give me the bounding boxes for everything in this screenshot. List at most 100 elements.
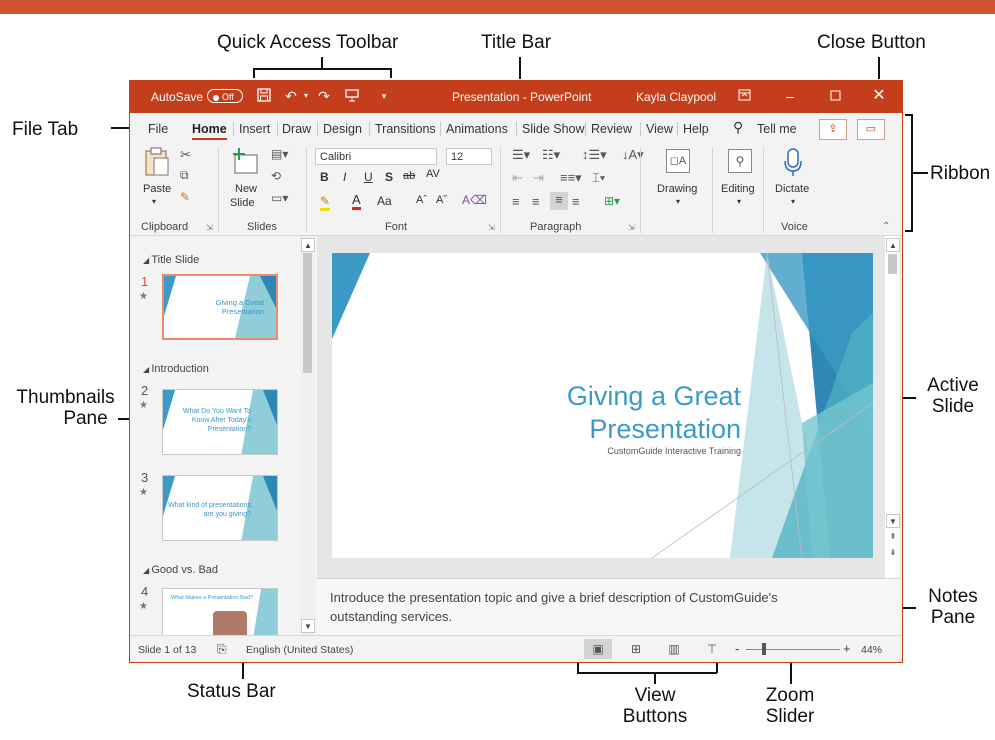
increase-indent-icon[interactable]: ⇥ — [533, 170, 544, 186]
bold-button[interactable]: B — [320, 170, 329, 184]
start-presentation-icon[interactable] — [344, 88, 360, 104]
format-painter-icon[interactable]: ✎ — [180, 190, 190, 204]
section-icon[interactable]: ▭▾ — [271, 191, 288, 205]
slide-scroll-up-icon[interactable]: ▲ — [886, 238, 900, 252]
zoom-level[interactable]: 44% — [861, 644, 882, 656]
user-name[interactable]: Kayla Claypool — [636, 90, 716, 104]
tab-slide-show[interactable]: Slide Show — [522, 122, 585, 136]
save-icon[interactable] — [256, 88, 272, 104]
tab-file[interactable]: File — [148, 122, 168, 136]
slide-scroll-down-icon[interactable]: ▼ — [886, 514, 900, 528]
smartart-icon[interactable]: ⊞▾ — [604, 194, 620, 208]
clipboard-launcher-icon[interactable]: ⇲ — [206, 223, 213, 232]
underline-button[interactable]: U — [364, 170, 373, 184]
new-slide-icon[interactable] — [230, 147, 260, 177]
bullets-icon[interactable]: ☰▾ — [512, 147, 530, 163]
normal-view-icon[interactable]: ▣ — [584, 639, 612, 659]
drawing-icon[interactable]: ◻A — [666, 149, 690, 173]
change-case-button[interactable]: Aa — [377, 194, 392, 208]
columns-icon[interactable]: ≡≡▾ — [560, 170, 582, 186]
shrink-font-button[interactable]: Aˇ — [436, 194, 447, 206]
search-icon[interactable]: ⚲ — [733, 119, 743, 136]
decrease-indent-icon[interactable]: ⇤ — [512, 170, 523, 186]
align-left-icon[interactable]: ≡ — [512, 194, 520, 209]
active-slide[interactable]: Giving a Great Presentation CustomGuide … — [332, 253, 873, 558]
align-center-icon[interactable]: ≡ — [532, 194, 540, 209]
drawing-dropdown-icon[interactable]: ▾ — [676, 197, 680, 206]
line-spacing-icon[interactable]: ↕☰▾ — [582, 147, 607, 163]
dictate-dropdown-icon[interactable]: ▾ — [791, 197, 795, 206]
clear-formatting-icon[interactable]: A⌫ — [462, 193, 487, 207]
font-size-field[interactable]: 12 — [446, 148, 492, 165]
find-icon[interactable]: ⚲ — [728, 149, 752, 173]
spell-check-icon[interactable]: ⎘ — [217, 642, 227, 657]
tab-animations[interactable]: Animations — [446, 122, 508, 136]
italic-button[interactable]: I — [343, 170, 346, 184]
slide-scroll-thumb[interactable] — [888, 254, 897, 274]
ribbon-display-icon[interactable] — [736, 88, 752, 104]
tab-review[interactable]: Review — [591, 122, 632, 136]
align-right-icon[interactable]: ≡ — [550, 192, 568, 210]
undo-dropdown-icon[interactable]: ▾ — [298, 88, 314, 104]
previous-slide-icon[interactable]: ⇞ — [886, 530, 900, 544]
paste-label[interactable]: Paste — [143, 183, 171, 195]
numbering-icon[interactable]: ☷▾ — [542, 147, 560, 163]
undo-icon[interactable]: ↶ — [283, 88, 299, 104]
paragraph-launcher-icon[interactable]: ⇲ — [628, 223, 635, 232]
cut-icon[interactable]: ✂ — [180, 147, 191, 163]
zoom-slider-thumb[interactable] — [762, 643, 766, 655]
zoom-out-icon[interactable]: - — [735, 641, 739, 656]
highlight-icon[interactable]: ✎ — [320, 194, 331, 211]
drawing-button[interactable]: Drawing — [657, 183, 697, 195]
slide-subtitle[interactable]: CustomGuide Interactive Training — [607, 446, 741, 456]
slide-sorter-icon[interactable]: ⊞ — [622, 639, 650, 659]
thumbnails-scroll-thumb[interactable] — [303, 253, 312, 373]
maximize-icon[interactable] — [827, 88, 843, 104]
justify-icon[interactable]: ≡ — [572, 194, 580, 209]
new-slide-label-1[interactable]: New — [235, 183, 257, 195]
share-icon[interactable]: ⇪ — [819, 119, 847, 140]
strikethrough-button[interactable]: ab — [403, 170, 415, 182]
align-text-icon[interactable]: ⌶▾ — [592, 170, 605, 186]
section-good-vs-bad[interactable]: ◢ Good vs. Bad — [143, 564, 218, 576]
char-spacing-button[interactable]: AV — [426, 168, 440, 180]
font-launcher-icon[interactable]: ⇲ — [488, 223, 495, 232]
tab-help[interactable]: Help — [683, 122, 709, 136]
microphone-icon[interactable] — [781, 147, 805, 179]
notes-pane[interactable]: Introduce the presentation topic and giv… — [317, 578, 901, 636]
redo-icon[interactable]: ↷ — [316, 88, 332, 104]
collapse-ribbon-icon[interactable]: ⌃ — [882, 221, 890, 232]
slide-thumbnail-2[interactable]: What Do You Want To Know After Today's Pre… — [162, 389, 278, 455]
close-icon[interactable]: ✕ — [871, 88, 887, 104]
editing-dropdown-icon[interactable]: ▾ — [737, 197, 741, 206]
slide-thumbnail-1[interactable]: Giving a Great Presentation — [162, 274, 278, 340]
tab-design[interactable]: Design — [323, 122, 362, 136]
customize-qat-icon[interactable]: ▾ — [376, 88, 392, 104]
new-slide-label-2[interactable]: Slide — [230, 197, 254, 209]
autosave-toggle[interactable]: Off — [207, 89, 243, 103]
tab-view[interactable]: View — [646, 122, 673, 136]
tab-transitions[interactable]: Transitions — [375, 122, 436, 136]
grow-font-button[interactable]: Aˆ — [416, 194, 427, 206]
slide-thumbnail-3[interactable]: What kind of presentations are you giving… — [162, 475, 278, 541]
tab-insert[interactable]: Insert — [239, 122, 270, 136]
paste-icon[interactable] — [142, 147, 172, 179]
section-title-slide[interactable]: ◢ Title Slide — [143, 254, 199, 266]
copy-icon[interactable]: ⧉ — [180, 168, 189, 183]
notes-text[interactable]: Introduce the presentation topic and giv… — [330, 589, 840, 627]
minimize-icon[interactable]: – — [782, 88, 798, 104]
slide-show-icon[interactable]: ⊤ — [698, 639, 726, 659]
paste-dropdown-icon[interactable]: ▾ — [152, 197, 156, 206]
section-introduction[interactable]: ◢ Introduction — [143, 363, 209, 375]
scroll-down-icon[interactable]: ▼ — [301, 619, 315, 633]
next-slide-icon[interactable]: ⇟ — [886, 546, 900, 560]
editing-button[interactable]: Editing — [721, 183, 755, 195]
slide-thumbnail-4[interactable]: What Makes a Presentation Bad? — [162, 588, 278, 635]
shadow-button[interactable]: S — [385, 170, 393, 184]
font-name-field[interactable]: Calibri — [315, 148, 437, 165]
comments-icon[interactable]: ▭ — [857, 119, 885, 140]
dictate-button[interactable]: Dictate — [775, 183, 809, 195]
font-color-button[interactable]: A — [352, 192, 361, 210]
tab-home[interactable]: Home — [192, 122, 227, 140]
zoom-slider[interactable] — [746, 649, 840, 650]
